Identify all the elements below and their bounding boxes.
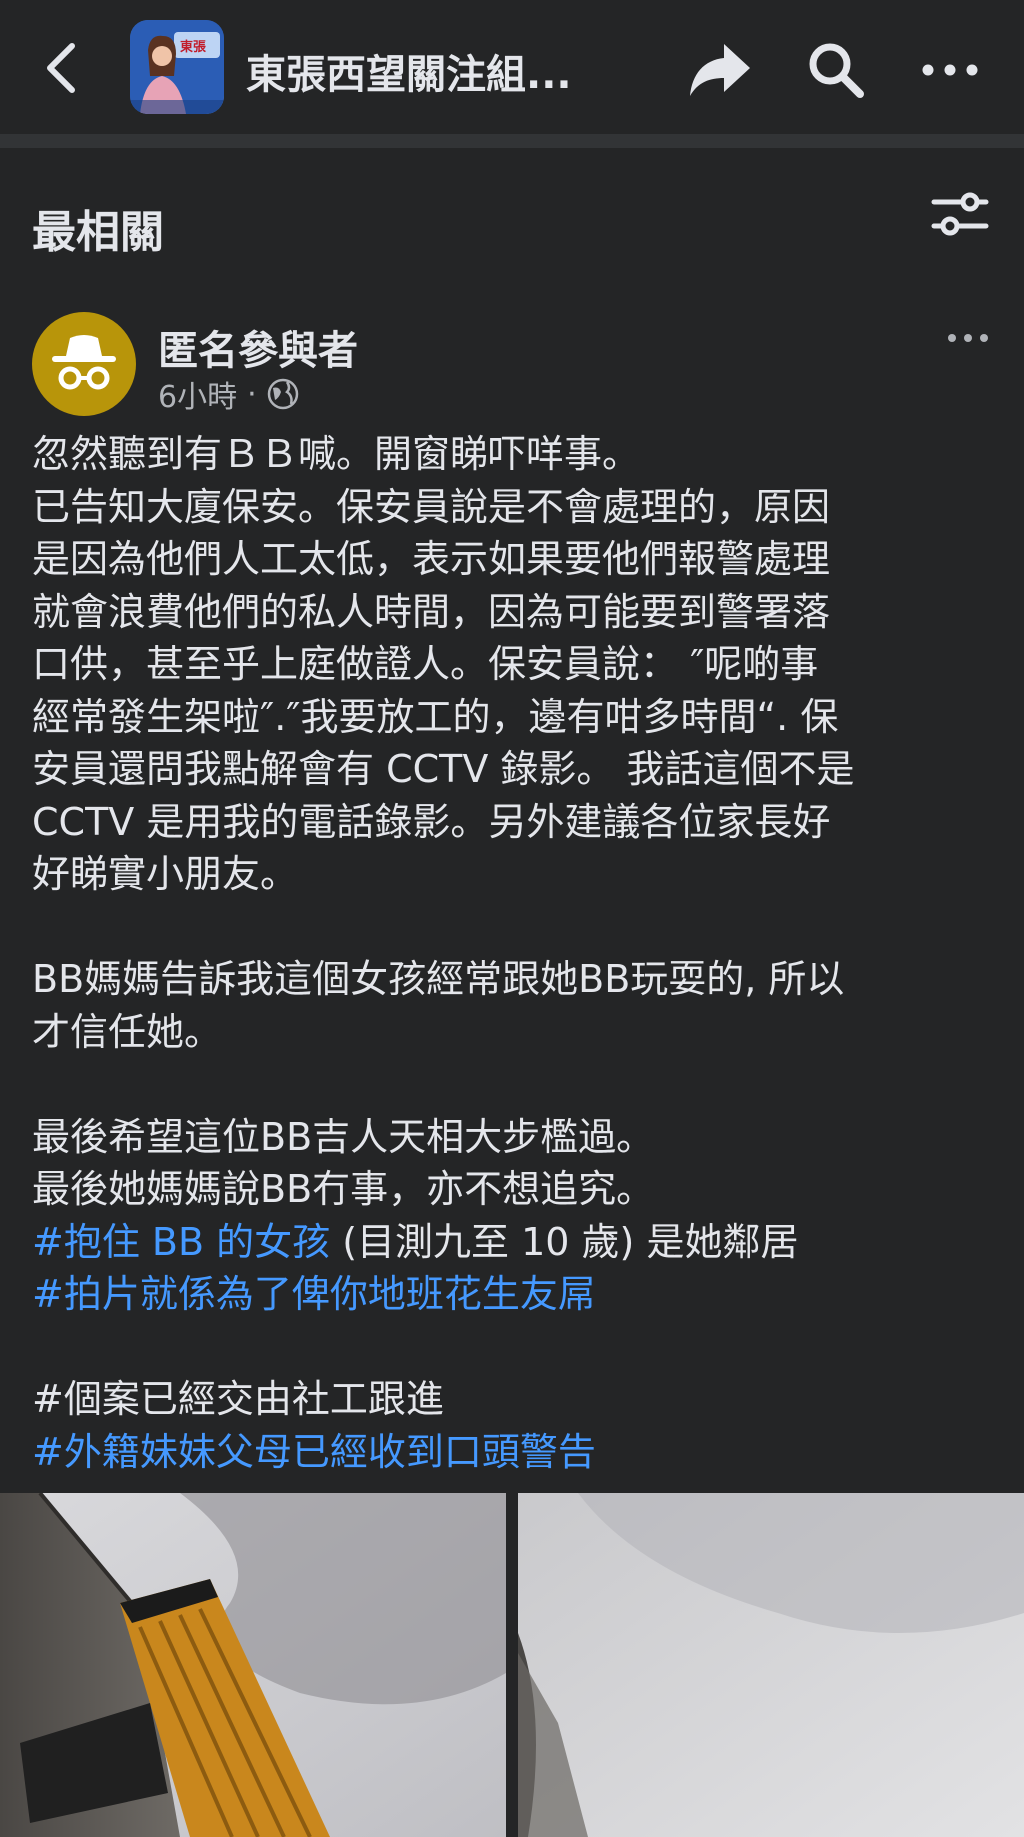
hashtag-link[interactable]: #抱住 BB 的女孩 xyxy=(32,1220,330,1264)
post-options-button[interactable] xyxy=(944,322,992,354)
post-body: 忽然聽到有ＢＢ喊。開窗睇吓咩事。 已告知大廈保安。保安員說是不會處理的，原因 是… xyxy=(32,428,1002,1478)
back-button[interactable] xyxy=(40,40,84,96)
more-horizontal-icon xyxy=(922,64,978,76)
post-line: 最後希望這位BB吉人天相大步檻過。 xyxy=(32,1114,655,1159)
filter-sliders-icon xyxy=(931,192,989,236)
post-photo[interactable] xyxy=(0,1493,506,1837)
share-arrow-icon xyxy=(690,44,750,96)
post-photo[interactable] xyxy=(518,1493,1024,1837)
anonymous-avatar[interactable] xyxy=(32,312,136,416)
hashtag-line: #拍片就係為了俾你地班花生友屌 xyxy=(32,1268,1002,1321)
more-horizontal-icon xyxy=(948,334,988,342)
post-line: 才信任她。 xyxy=(32,1009,223,1054)
photo-image xyxy=(518,1493,1024,1837)
svg-text:東張: 東張 xyxy=(180,39,207,54)
post-author[interactable]: 匿名參與者 xyxy=(158,318,358,376)
post-line: 經常發生架啦″.″我要放工的，邊有咁多時間“. 保 xyxy=(32,694,839,739)
meta-separator: · xyxy=(247,376,257,412)
post-line: 已告知大廈保安。保安員說是不會處理的，原因 xyxy=(32,484,831,529)
hashtag-suffix: (目測九至 10 歲) 是她鄰居 xyxy=(330,1219,799,1264)
group-avatar-image: 東張 xyxy=(130,20,224,114)
post-time[interactable]: 6小時 xyxy=(158,372,237,416)
post-meta: 6小時 · xyxy=(158,372,299,416)
post-photos xyxy=(0,1493,1024,1837)
globe-icon xyxy=(267,378,298,410)
post-line: 安員還問我點解會有 CCTV 錄影。 我話這個不是 xyxy=(32,747,855,791)
post-line: 是因為他們人工太低，表示如果要他們報警處理 xyxy=(32,537,831,581)
header-divider xyxy=(0,134,1024,148)
hashtag-link[interactable]: #外籍妹妹父母已經收到口頭警告 xyxy=(32,1430,596,1474)
search-icon xyxy=(809,43,864,98)
group-title[interactable]: 東張西望關注組... xyxy=(246,42,606,100)
post-line: 忽然聽到有ＢＢ喊。開窗睇吓咩事。 xyxy=(32,432,641,476)
post-line: CCTV 是用我的電話錄影。另外建議各位家長好 xyxy=(32,799,831,844)
filter-button[interactable] xyxy=(930,188,990,242)
hashtag-line: #抱住 BB 的女孩 (目測九至 10 歲) 是她鄰居 xyxy=(32,1216,1002,1269)
top-bar: 東張 東張西望關注組... xyxy=(0,0,1024,134)
group-avatar[interactable]: 東張 xyxy=(130,20,224,114)
post-line: 口供，甚至乎上庭做證人。保安員說： ″呢啲事 xyxy=(32,642,819,686)
more-options-button[interactable] xyxy=(918,38,982,102)
plain-tag-line: #個案已經交由社工跟進 xyxy=(32,1377,444,1421)
hashtag-line: #外籍妹妹父母已經收到口頭警告 xyxy=(32,1426,1002,1479)
feed-sort-label[interactable]: 最相關 xyxy=(32,196,164,260)
chevron-left-icon xyxy=(47,43,75,93)
incognito-icon xyxy=(52,335,116,390)
photo-image xyxy=(0,1493,506,1837)
share-button[interactable] xyxy=(688,38,752,102)
hashtag-link[interactable]: #拍片就係為了俾你地班花生友屌 xyxy=(32,1272,596,1316)
post-line: 好睇實小朋友。 xyxy=(32,852,299,896)
post-line: 就會浪費他們的私人時間，因為可能要到警署落 xyxy=(32,589,831,634)
post-line: 最後她媽媽說BB冇事，亦不想追究。 xyxy=(32,1167,655,1211)
search-button[interactable] xyxy=(804,38,868,102)
post-line: BB媽媽告訴我這個女孩經常跟她BB玩耍的, 所以 xyxy=(32,957,845,1001)
